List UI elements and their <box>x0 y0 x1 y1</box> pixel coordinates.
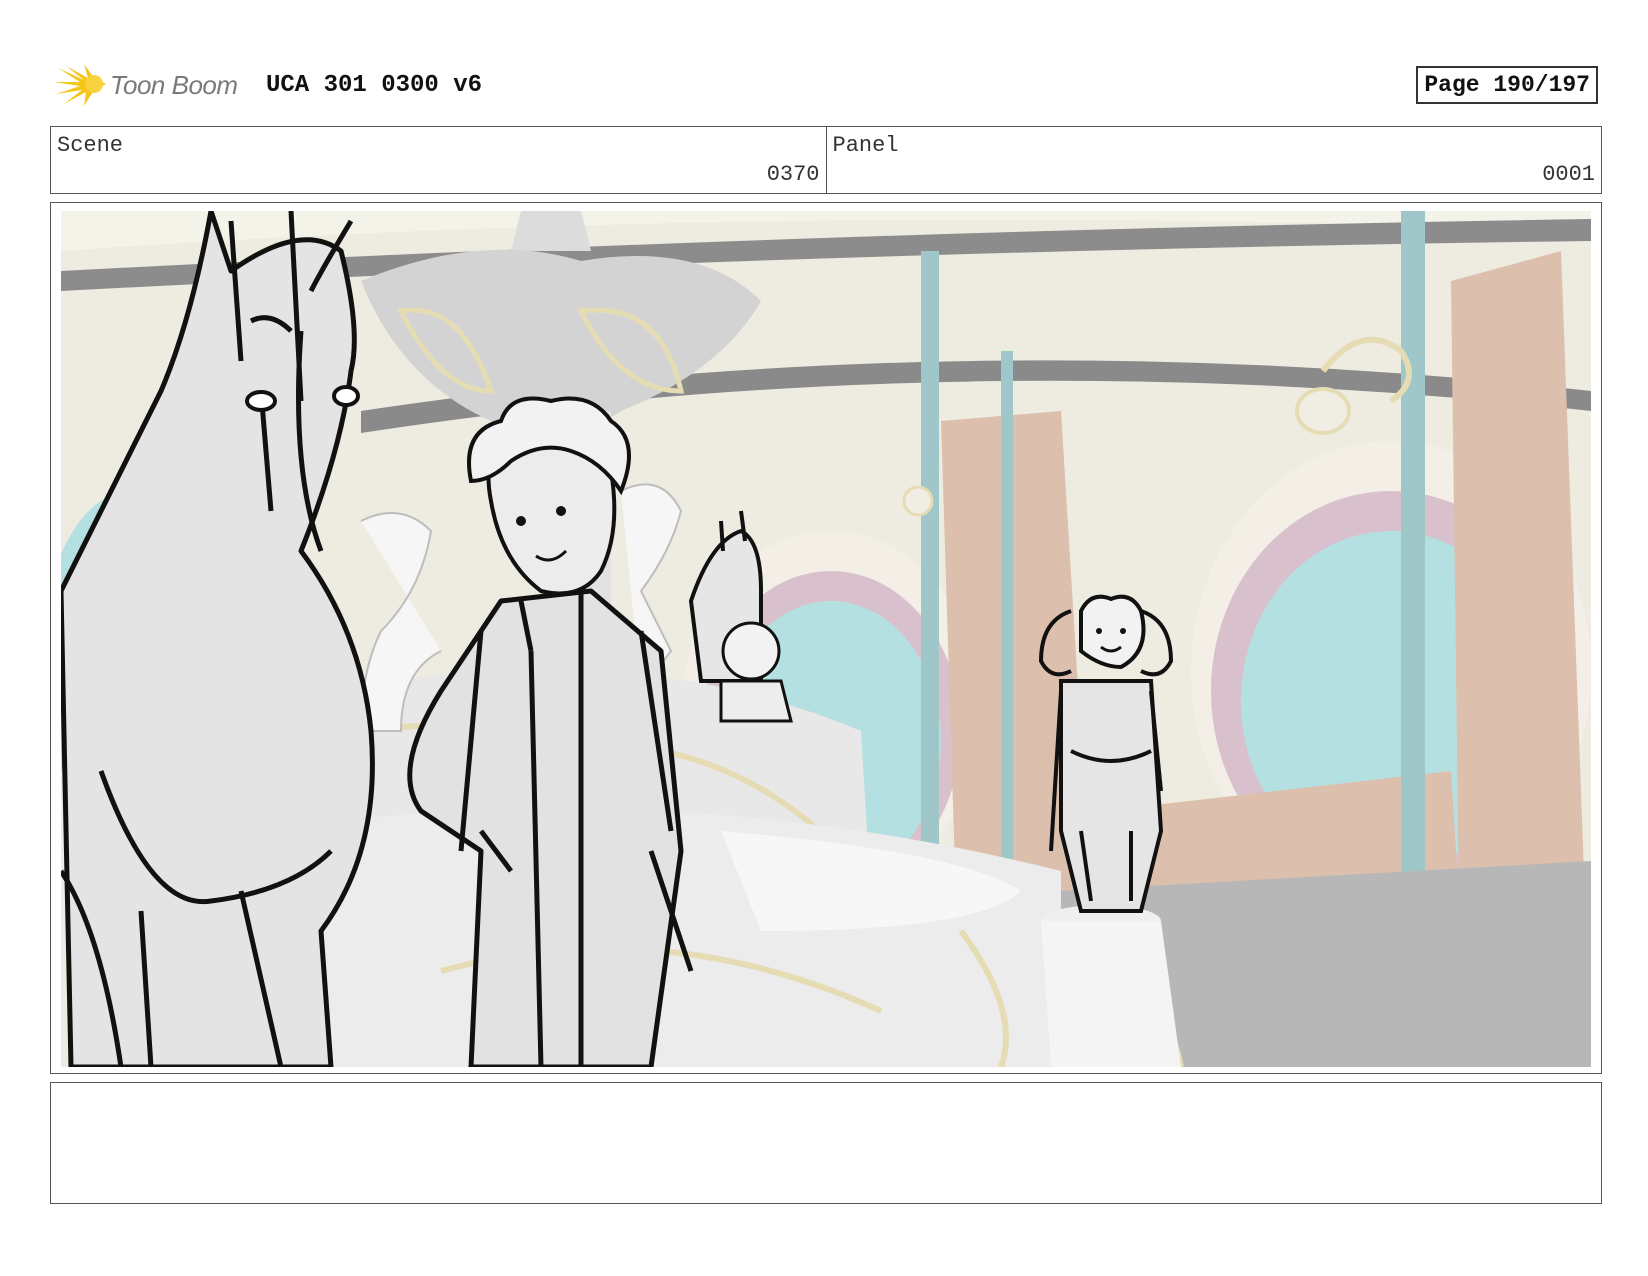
page-counter: Page 190/197 <box>1416 66 1598 104</box>
document-title: UCA 301 0300 v6 <box>266 72 483 99</box>
storyboard-panel <box>50 202 1602 1074</box>
scene-panel-info: Scene 0370 Panel 0001 <box>50 126 1602 194</box>
panel-cell: Panel 0001 <box>827 127 1602 193</box>
scene-number: 0370 <box>766 162 820 187</box>
page-header: Toon Boom UCA 301 0300 v6 Page 190/197 <box>50 58 1610 112</box>
storyboard-drawing <box>61 211 1591 1067</box>
scene-label: Scene <box>57 133 124 158</box>
toon-boom-logo: Toon Boom <box>54 62 254 108</box>
starburst-icon <box>54 64 106 106</box>
panel-label: Panel <box>832 133 899 158</box>
panel-notes <box>50 1082 1602 1204</box>
logo-wordmark: Toon Boom <box>110 70 238 100</box>
scene-cell: Scene 0370 <box>51 127 827 193</box>
panel-number: 0001 <box>1542 162 1595 187</box>
